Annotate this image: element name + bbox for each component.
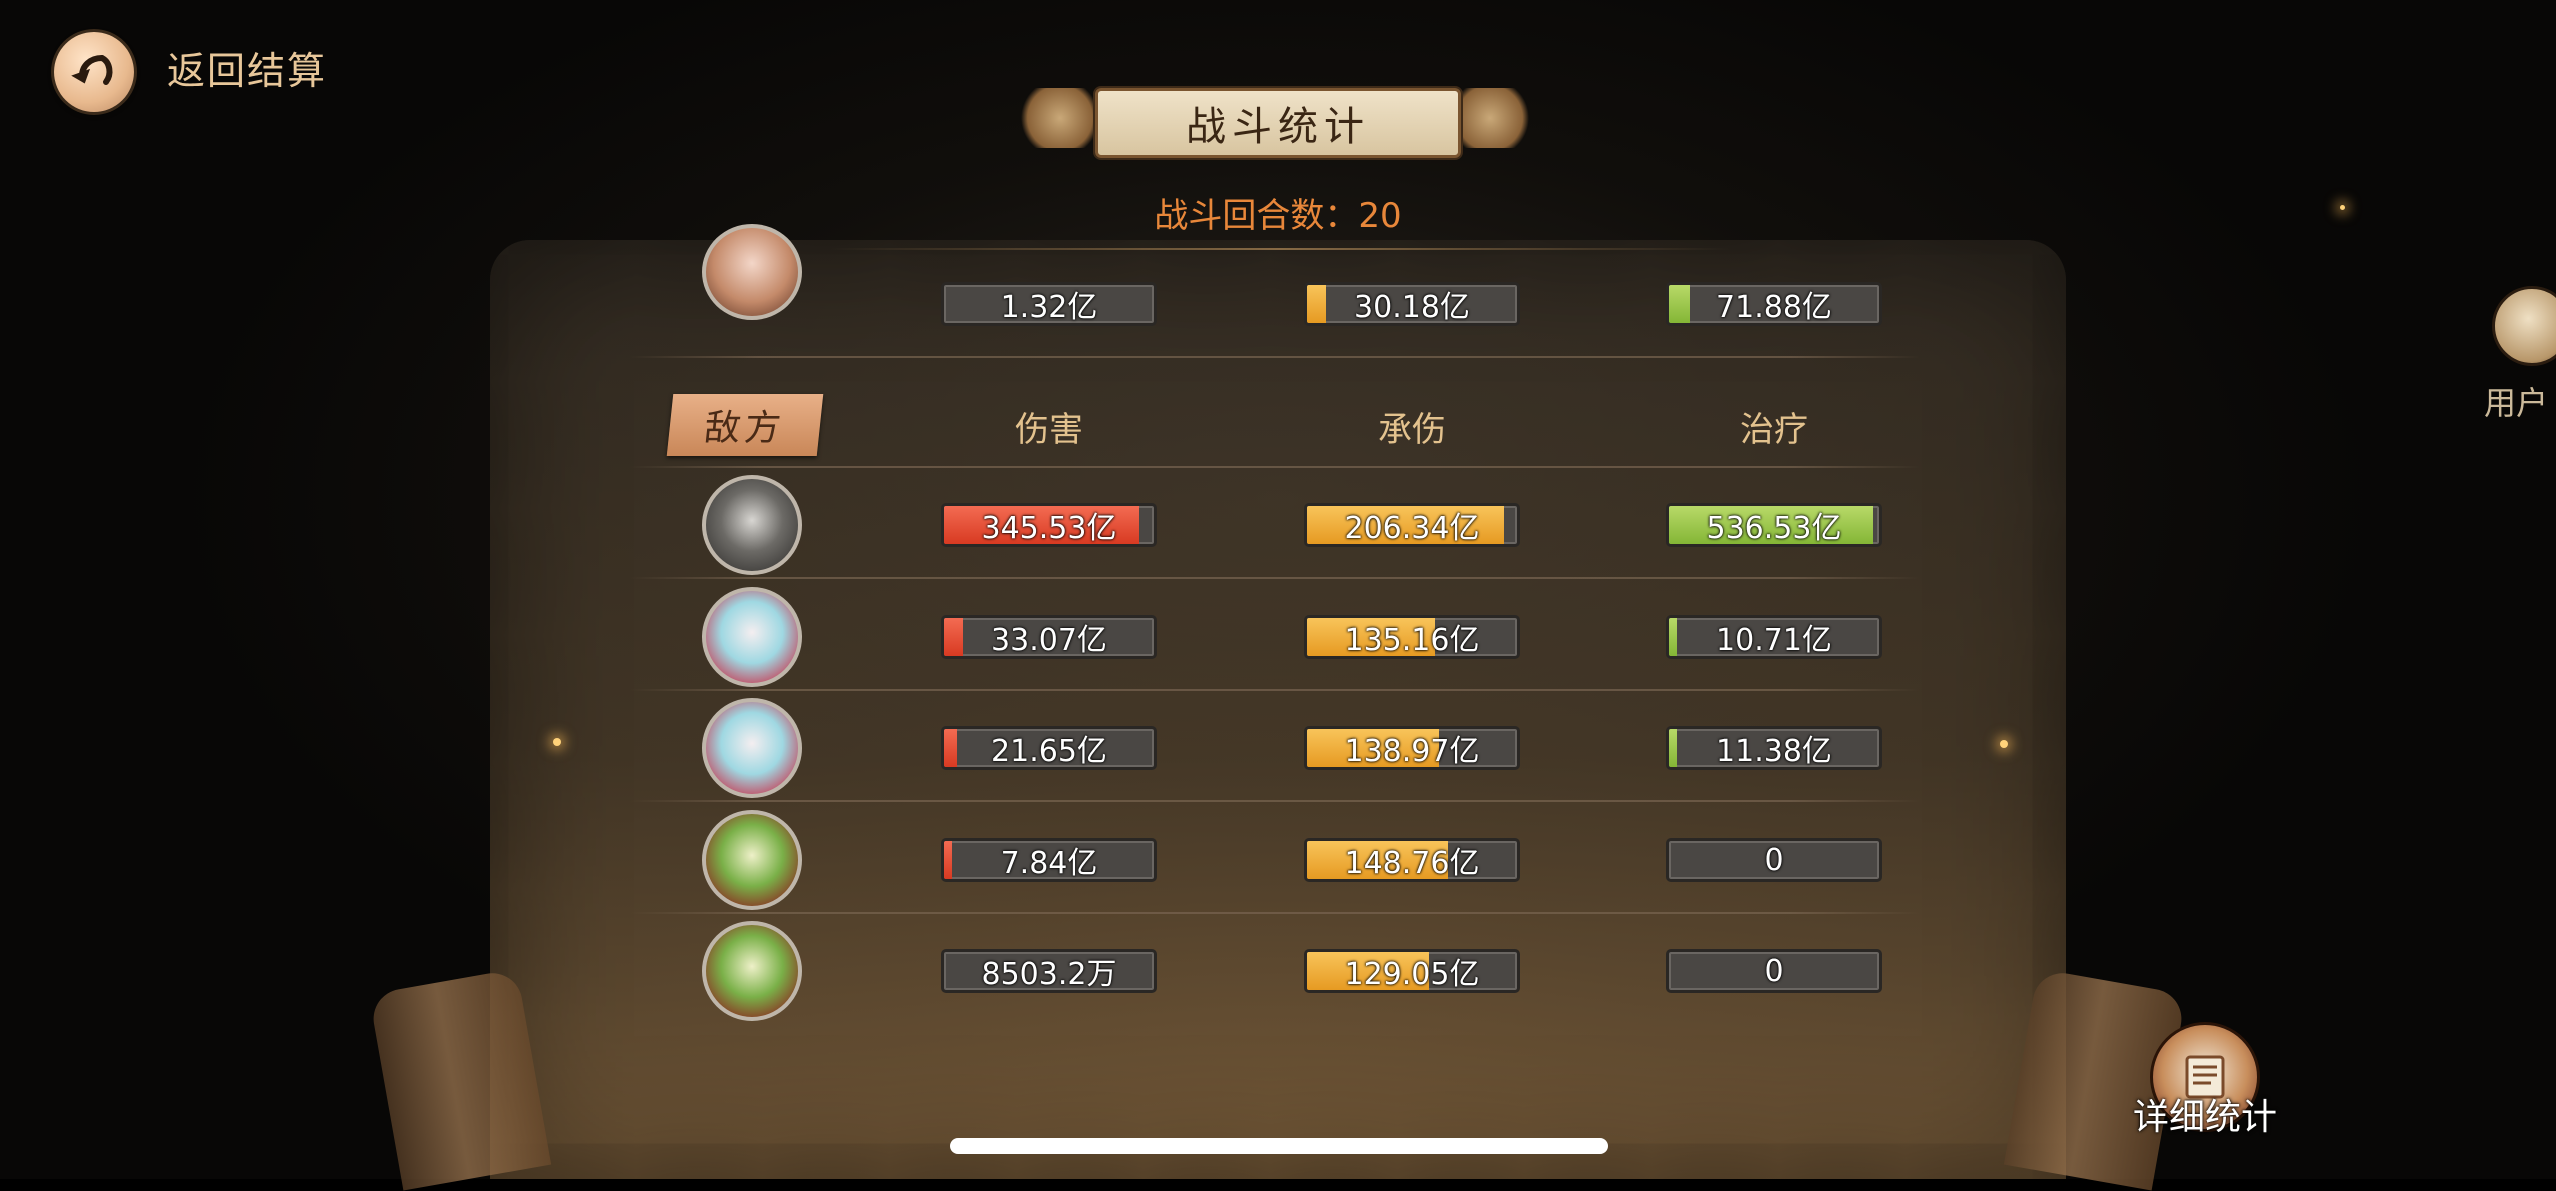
detail-stats-label[interactable]: 详细统计 — [2133, 1088, 2277, 1140]
taken-bar: 148.76亿 — [1304, 838, 1520, 882]
damage-value: 1.32亿 — [1000, 290, 1098, 325]
cyan-hair-girl-icon[interactable]: cyan-hair-girl-icon — [702, 698, 802, 798]
back-arrow-icon — [71, 55, 113, 85]
taken-value: 30.18亿 — [1354, 290, 1470, 325]
banner-curl-left — [1015, 88, 1105, 148]
ally-row[interactable]: 1.32亿 30.18亿 71.88亿 — [630, 224, 1920, 360]
page-title: 战斗统计 — [1095, 88, 1461, 158]
taken-value: 138.97亿 — [1344, 734, 1480, 769]
enemy-header-row: 敌方 伤害 承伤 治疗 — [630, 370, 1920, 466]
healing-bar: 71.88亿 — [1666, 282, 1882, 326]
taken-value: 135.16亿 — [1344, 623, 1480, 658]
healing-bar: 0 — [1666, 949, 1882, 993]
back-button[interactable] — [54, 32, 134, 112]
damage-value: 21.65亿 — [991, 734, 1107, 769]
back-label[interactable]: 返回结算 — [167, 40, 327, 95]
damage-bar: 21.65亿 — [941, 726, 1157, 770]
row-divider — [630, 800, 1920, 802]
healing-value: 536.53亿 — [1706, 511, 1842, 546]
enemy-row[interactable]: cyan-hair-girl-icon 21.65亿 138.97亿 11.38亿 — [630, 693, 1920, 803]
taken-bar: 206.34亿 — [1304, 503, 1520, 547]
glow-spark — [2340, 205, 2345, 210]
enemy-row[interactable]: green-mask-icon 8503.2万 129.05亿 0 — [630, 916, 1920, 1026]
taken-bar: 138.97亿 — [1304, 726, 1520, 770]
column-header-healing: 治疗 — [1740, 410, 1808, 450]
enemy-row[interactable]: green-mask-icon 7.84亿 148.76亿 0 — [630, 805, 1920, 915]
green-mask-icon[interactable]: green-mask-icon — [702, 810, 802, 910]
glow-spark — [553, 738, 561, 746]
home-indicator[interactable] — [950, 1138, 1608, 1154]
damage-bar: 7.84亿 — [941, 838, 1157, 882]
healing-bar: 10.71亿 — [1666, 615, 1882, 659]
damage-bar: 345.53亿 — [941, 503, 1157, 547]
damage-value: 345.53亿 — [981, 511, 1117, 546]
healing-bar: 11.38亿 — [1666, 726, 1882, 770]
taken-bar: 129.05亿 — [1304, 949, 1520, 993]
enemy-row[interactable]: stone-orbs-boss-icon 345.53亿 206.34亿 536.53… — [630, 470, 1920, 580]
damage-value: 33.07亿 — [991, 623, 1107, 658]
glow-spark — [2000, 740, 2008, 748]
title-banner: 战斗统计 — [1000, 80, 1550, 160]
taken-value: 129.05亿 — [1344, 957, 1480, 992]
damage-bar: 33.07亿 — [941, 615, 1157, 659]
damage-value: 8503.2万 — [981, 957, 1117, 992]
taken-value: 148.76亿 — [1344, 846, 1480, 881]
cyan-hair-girl-icon[interactable]: cyan-hair-girl-icon — [702, 587, 802, 687]
damage-value: 7.84亿 — [1000, 846, 1098, 881]
damage-bar: 8503.2万 — [941, 949, 1157, 993]
healing-bar: 536.53亿 — [1666, 503, 1882, 547]
healing-value: 11.38亿 — [1716, 734, 1832, 769]
damage-bar: 1.32亿 — [941, 282, 1157, 326]
healing-value: 71.88亿 — [1716, 290, 1832, 325]
column-header-damage: 伤害 — [1015, 410, 1083, 450]
healing-bar: 0 — [1666, 838, 1882, 882]
healing-value: 10.71亿 — [1716, 623, 1832, 658]
taken-bar: 135.16亿 — [1304, 615, 1520, 659]
user-label[interactable]: 用户 — [2484, 378, 2548, 424]
row-divider — [630, 912, 1920, 914]
enemy-tag: 敌方 — [666, 394, 824, 456]
column-header-taken: 承伤 — [1378, 410, 1446, 450]
taken-value: 206.34亿 — [1344, 511, 1480, 546]
healing-value: 0 — [1764, 953, 1784, 989]
row-divider — [630, 577, 1920, 579]
green-mask-icon[interactable]: green-mask-icon — [702, 921, 802, 1021]
taken-bar: 30.18亿 — [1304, 282, 1520, 326]
female-portrait-icon[interactable] — [702, 224, 802, 320]
row-divider — [630, 356, 1920, 358]
stone-orbs-boss-icon[interactable]: stone-orbs-boss-icon — [702, 475, 802, 575]
enemy-row[interactable]: cyan-hair-girl-icon 33.07亿 135.16亿 10.71亿 — [630, 582, 1920, 692]
battle-rounds-count: 战斗回合数：20 — [1154, 196, 1402, 236]
row-divider — [630, 466, 1920, 468]
healing-value: 0 — [1764, 842, 1784, 878]
row-divider — [630, 689, 1920, 691]
